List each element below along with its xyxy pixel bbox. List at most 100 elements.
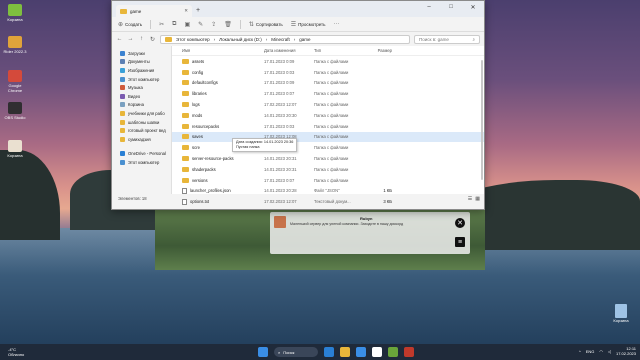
column-date[interactable]: Дата изменения [264, 48, 314, 53]
sidebar-item[interactable]: OneDrive - Personal [112, 150, 171, 159]
sidebar-item-icon [120, 59, 125, 65]
file-date: 17.01.2023 0:09 [264, 80, 295, 86]
file-row[interactable]: scre14.01.2023 20:33Папка с файлами [172, 142, 484, 153]
folder-icon [182, 156, 189, 162]
file-row[interactable]: config 17.01.2023 0:03 Папка с файлами [172, 67, 484, 78]
view-button[interactable]: ☰ Просмотреть [291, 21, 326, 28]
file-name: launcher_profiles.json [190, 188, 231, 194]
delete-icon[interactable]: 🗑 [224, 21, 232, 28]
recycle-bin-icon[interactable]: Корзина [608, 304, 634, 323]
file-type: Папка с файлами [314, 102, 349, 108]
file-row[interactable]: saves 17.02.2023 12:08 Папка с файлами [172, 131, 484, 143]
desktop-icon[interactable]: Корзина [2, 140, 28, 158]
sidebar-item[interactable]: Музыка [112, 83, 171, 92]
cut-icon[interactable]: ✂ [159, 21, 164, 28]
folder-icon [182, 102, 189, 108]
maximize-icon[interactable]: □ [440, 1, 462, 13]
sidebar-item-icon [120, 159, 125, 165]
copy-icon[interactable]: ⧉ [172, 21, 176, 28]
server-card[interactable]: Rubyn Маленький сервер для уютной компан… [270, 212, 470, 254]
file-row[interactable]: defaultconfigs 17.01.2023 0:09 Папка с фай… [172, 78, 484, 89]
sidebar-item[interactable]: Загрузки [112, 49, 171, 58]
sidebar-item[interactable]: Этот компьютер [112, 75, 171, 84]
paste-icon[interactable]: ▣ [184, 21, 190, 28]
breadcrumb-item[interactable]: Этот компьютер [176, 37, 210, 42]
breadcrumb[interactable]: Этот компьютер › Локальный диск (D:) › Min… [160, 34, 410, 44]
weather-widget[interactable]: -4°C Облачно [0, 347, 60, 357]
file-row[interactable]: assets 17.01.2023 0:09 Папка с файлами [172, 56, 484, 67]
close-window-icon[interactable]: ✕ [462, 1, 484, 13]
clock[interactable]: 12:11 17.02.2023 [616, 346, 636, 356]
file-type: Папка с файлами [314, 91, 349, 97]
sidebar-item-icon [120, 67, 125, 73]
column-size[interactable]: Размер [368, 48, 398, 53]
file-row[interactable]: shaderpacks 14.01.2023 20:31 Папка с файла… [172, 164, 484, 175]
column-name[interactable]: Имя [182, 48, 264, 53]
sidebar-item[interactable]: Видео [112, 92, 171, 101]
tiles-view-icon[interactable]: ▦ [475, 196, 480, 202]
taskbar-app-icon[interactable] [372, 347, 382, 357]
sidebar-item[interactable]: учебники для рабо [112, 109, 171, 118]
file-date: 17.01.2023 0:09 [264, 58, 295, 64]
taskbar-app-icon[interactable] [404, 347, 414, 357]
create-button[interactable]: ⊕ Создать [118, 21, 142, 28]
desktop-icon[interactable]: Google Chrome [2, 70, 28, 93]
sidebar-item[interactable]: Документы [112, 58, 171, 67]
search-icon: ⌕ [472, 36, 475, 42]
minimize-icon[interactable]: – [418, 1, 440, 13]
view-icon: ☰ [290, 21, 297, 28]
sidebar-item-label: шаблоны шапки [128, 119, 160, 125]
scrollbar[interactable] [481, 60, 483, 180]
menu-icon[interactable]: ≡ [455, 237, 465, 247]
search-placeholder: Поиск в: game [419, 36, 449, 42]
sidebar-item[interactable]: готовый проект вед [112, 126, 171, 135]
column-type[interactable]: Тип [314, 48, 368, 53]
sidebar-item[interactable]: шаблоны шапки [112, 118, 171, 127]
back-arrow-icon[interactable]: ← [116, 36, 123, 42]
close-tab-icon[interactable]: ✕ [184, 8, 188, 14]
details-view-icon[interactable]: ☰ [468, 196, 472, 202]
rename-icon[interactable]: ✎ [198, 21, 203, 28]
breadcrumb-item[interactable]: Локальный диск (D:) [219, 37, 262, 42]
file-name-cell: server-resource-packs [182, 156, 264, 162]
file-row[interactable]: resourcepacks 17.01.2023 0:03 Папка с файл… [172, 121, 484, 132]
up-arrow-icon[interactable]: ↑ [138, 36, 145, 42]
taskbar-app-icon[interactable] [356, 347, 366, 357]
desktop-icon[interactable]: Rider 2022.3 [2, 36, 28, 54]
sidebar-item-icon [120, 136, 125, 142]
taskbar-app-icon[interactable] [340, 347, 350, 357]
taskbar-app-icon[interactable] [388, 347, 398, 357]
file-row[interactable]: logs 17.02.2023 12:07 Папка с файлами [172, 99, 484, 110]
new-tab-icon[interactable]: + [196, 7, 200, 14]
breadcrumb-item[interactable]: game [299, 37, 310, 42]
taskbar-app-icon[interactable] [324, 347, 334, 357]
breadcrumb-item[interactable]: Minecraft [271, 37, 290, 42]
more-icon[interactable]: ··· [333, 21, 339, 27]
sort-button[interactable]: ⇅ Сортировать [249, 21, 283, 28]
sidebar-item[interactable]: Изображения [112, 66, 171, 75]
search-input[interactable]: Поиск в: game ⌕ [414, 34, 480, 44]
search-icon: ⌕ [278, 349, 281, 355]
file-row[interactable]: server-resource-packs 14.01.2023 20:31 Пап… [172, 153, 484, 164]
start-icon[interactable] [258, 347, 268, 357]
chevron-right-icon: › [293, 36, 296, 42]
sidebar-item[interactable]: Корзина [112, 101, 171, 110]
forward-arrow-icon[interactable]: → [127, 36, 134, 42]
share-icon[interactable]: ⇪ [211, 21, 216, 28]
file-row[interactable]: libraries 17.01.2023 0:07 Папка с файлами [172, 88, 484, 99]
sidebar-item[interactable]: Этот компьютер [112, 158, 171, 167]
language-indicator[interactable]: ENG [586, 349, 595, 354]
file-name: assets [192, 58, 205, 64]
file-row[interactable]: versions 17.01.2023 0:07 Папка с файлами [172, 175, 484, 186]
tab-game[interactable]: game ✕ [116, 5, 192, 17]
sidebar-item[interactable]: сумихадзия [112, 135, 171, 144]
close-circle-icon[interactable]: ✕ [455, 218, 465, 228]
desktop-icon[interactable]: Корзина [2, 4, 28, 22]
taskbar-search[interactable]: ⌕ Поиск [274, 347, 318, 357]
desktop-icon[interactable]: OBS Studio [2, 102, 28, 120]
chevron-up-icon[interactable]: ^ [579, 349, 581, 354]
file-row[interactable]: mods 14.01.2023 20:30 Папка с файлами [172, 110, 484, 121]
refresh-icon[interactable]: ↻ [149, 36, 156, 43]
volume-icon[interactable]: ◁ [608, 349, 611, 354]
wifi-icon[interactable]: ◠ [599, 349, 603, 354]
